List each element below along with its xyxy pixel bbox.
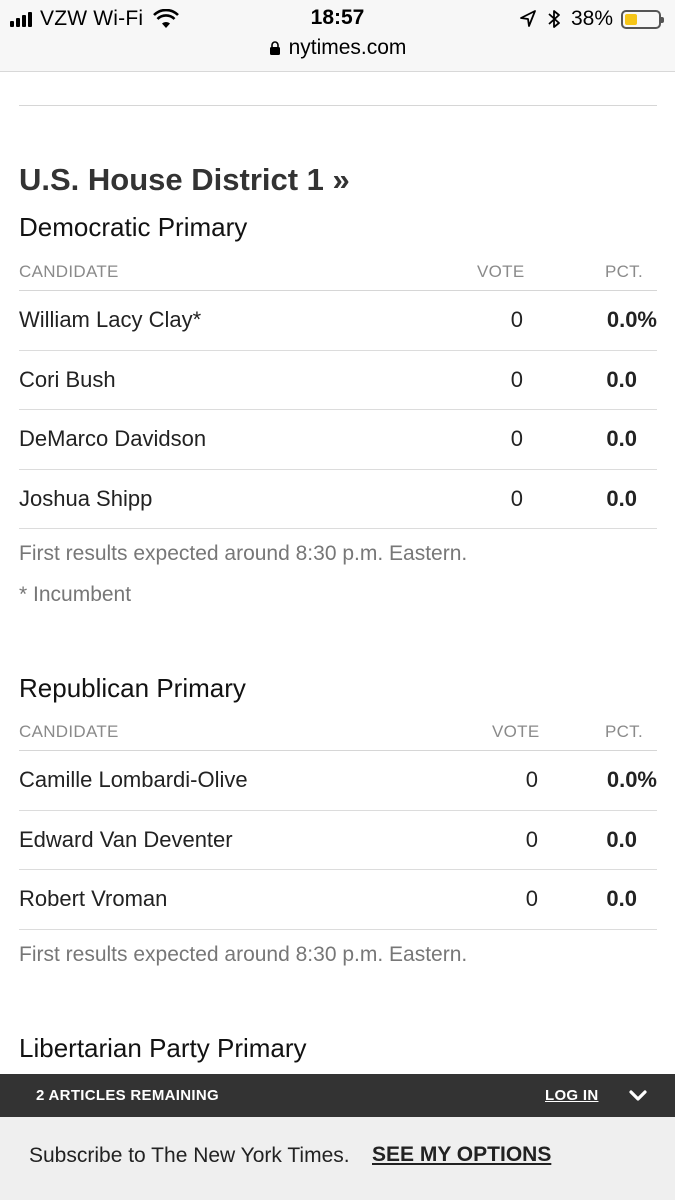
vote-count: 0 xyxy=(525,826,538,852)
lock-icon xyxy=(269,40,280,55)
vote-count: 0 xyxy=(510,485,523,511)
battery-icon xyxy=(621,9,664,29)
url-text[interactable]: nytimes.com xyxy=(289,36,407,60)
pct-header: PCT. xyxy=(604,722,643,741)
table-row: Edward Van Deventer 0 0.0 xyxy=(19,811,657,870)
candidate-name: Edward Van Deventer xyxy=(19,826,233,852)
vote-percent: 0.0 xyxy=(606,426,637,451)
table-row: Robert Vroman 0 0.0 xyxy=(19,870,657,930)
candidate-name: Cori Bush xyxy=(19,366,116,392)
vote-header: VOTE xyxy=(492,722,540,741)
republican-primary-title: Republican Primary xyxy=(19,673,246,703)
location-arrow-icon xyxy=(520,10,536,27)
vote-count: 0 xyxy=(525,767,538,792)
candidate-name: William Lacy Clay* xyxy=(19,307,202,332)
table-header: CANDIDATE VOTE PCT. xyxy=(19,711,657,751)
see-my-options-link[interactable]: SEE MY OPTIONS xyxy=(372,1143,551,1167)
log-in-link[interactable]: LOG IN xyxy=(545,1087,598,1104)
candidate-header: CANDIDATE xyxy=(19,262,119,281)
chevron-down-icon[interactable] xyxy=(628,1089,648,1103)
republican-results-table: CANDIDATE VOTE PCT. Camille Lombardi-Oli… xyxy=(19,711,657,930)
candidate-header: CANDIDATE xyxy=(19,722,119,741)
candidate-name: DeMarco Davidson xyxy=(19,426,207,451)
battery-percent: 38% xyxy=(570,7,613,30)
vote-percent: 0.0% xyxy=(606,307,657,332)
vote-header: VOTE xyxy=(477,262,525,281)
vote-count: 0 xyxy=(510,307,523,332)
subscribe-bar: Subscribe to The New York Times. SEE MY … xyxy=(0,1117,675,1200)
vote-percent: 0.0% xyxy=(606,767,657,792)
table-header: CANDIDATE VOTE PCT. xyxy=(19,251,657,291)
vote-percent: 0.0 xyxy=(606,886,637,911)
table-row: Cori Bush 0 0.0 xyxy=(19,351,657,410)
articles-remaining-label: 2 ARTICLES REMAINING xyxy=(36,1087,219,1104)
status-right: 38% xyxy=(519,6,664,32)
pct-header: PCT. xyxy=(604,262,643,281)
candidate-name: Joshua Shipp xyxy=(19,485,153,511)
table-row: Camille Lombardi-Olive 0 0.0% xyxy=(19,751,657,811)
candidate-name: Camille Lombardi-Olive xyxy=(19,767,248,792)
results-note: First results expected around 8:30 p.m. … xyxy=(19,943,468,966)
vote-percent: 0.0 xyxy=(606,366,637,392)
bluetooth-icon xyxy=(548,10,560,28)
incumbent-footnote: * Incumbent xyxy=(19,583,132,606)
vote-percent: 0.0 xyxy=(606,826,637,852)
results-note: First results expected around 8:30 p.m. … xyxy=(19,542,468,565)
address-bar[interactable]: nytimes.com xyxy=(0,36,675,60)
vote-percent: 0.0 xyxy=(606,485,637,511)
vote-count: 0 xyxy=(525,886,538,911)
democratic-primary-title: Democratic Primary xyxy=(19,212,248,242)
table-row: DeMarco Davidson 0 0.0 xyxy=(19,410,657,470)
district-title-link[interactable]: U.S. House District 1 » xyxy=(19,162,350,198)
table-row: Joshua Shipp 0 0.0 xyxy=(19,470,657,529)
table-row: William Lacy Clay* 0 0.0% xyxy=(19,291,657,351)
subscribe-text: Subscribe to The New York Times. xyxy=(29,1144,350,1167)
vote-count: 0 xyxy=(510,366,523,392)
vote-count: 0 xyxy=(510,426,523,451)
candidate-name: Robert Vroman xyxy=(19,886,168,911)
battery-level xyxy=(625,13,638,25)
articles-remaining-bar: 2 ARTICLES REMAINING LOG IN xyxy=(0,1074,675,1117)
status-bar: VZW Wi-Fi 18:57 38% nytimes.com xyxy=(0,0,675,72)
libertarian-primary-title: Libertarian Party Primary xyxy=(19,1033,307,1063)
divider xyxy=(19,105,657,106)
democratic-results-table: CANDIDATE VOTE PCT. William Lacy Clay* 0… xyxy=(19,251,657,529)
